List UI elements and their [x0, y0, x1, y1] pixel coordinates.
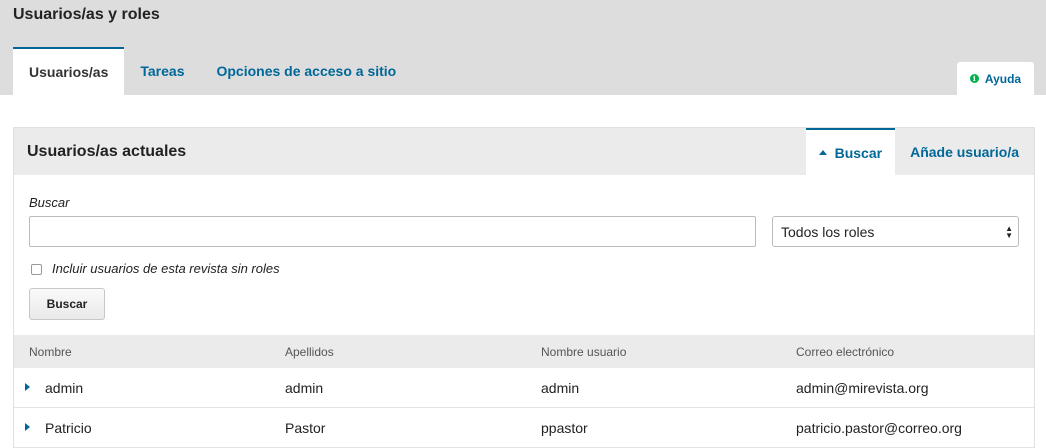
search-button[interactable]: Buscar — [29, 288, 105, 320]
page-title: Usuarios/as y roles — [13, 6, 160, 23]
panel-tabs: Buscar Añade usuario/a — [805, 128, 1034, 175]
tab-content: Usuarios/as actuales Buscar Añade usuari… — [0, 95, 1046, 448]
table-row[interactable]: Patricio Pastor ppastor patricio.pastor@… — [14, 408, 1034, 448]
caret-up-icon — [818, 150, 827, 155]
table-header: Nombre Apellidos Nombre usuario Correo e… — [14, 335, 1034, 368]
cell-nombre-usuario: admin — [541, 379, 580, 396]
tab-opciones-acceso[interactable]: Opciones de acceso a sitio — [200, 47, 412, 95]
search-toggle-tab[interactable]: Buscar — [805, 128, 896, 175]
search-toggle-label: Buscar — [834, 144, 883, 161]
tab-usuarios[interactable]: Usuarios/as — [13, 47, 125, 95]
help-label: Ayuda — [984, 71, 1022, 86]
table-row[interactable]: admin admin admin admin@mirevista.org — [14, 368, 1034, 408]
cell-correo: patricio.pastor@correo.org — [796, 419, 962, 436]
role-select[interactable]: Todos los roles ▲ ▼ — [772, 216, 1019, 247]
header-nombre: Nombre — [29, 344, 72, 359]
select-arrows-icon: ▲ ▼ — [1005, 224, 1013, 240]
cell-nombre: admin — [45, 379, 84, 396]
expand-arrow-icon[interactable] — [25, 383, 30, 391]
cell-correo: admin@mirevista.org — [796, 379, 929, 396]
info-icon: i — [969, 74, 979, 83]
cell-nombre: Patricio — [45, 419, 92, 436]
header-apellidos: Apellidos — [285, 344, 334, 359]
include-no-roles-label: Incluir usuarios de esta revista sin rol… — [52, 261, 280, 276]
search-input[interactable] — [29, 216, 756, 247]
cell-nombre-usuario: ppastor — [541, 419, 588, 436]
panel-header: Usuarios/as actuales Buscar Añade usuari… — [14, 128, 1034, 175]
cell-apellidos: Pastor — [285, 419, 326, 436]
expand-arrow-icon[interactable] — [25, 423, 30, 431]
add-user-tab[interactable]: Añade usuario/a — [895, 128, 1034, 175]
cell-apellidos: admin — [285, 379, 324, 396]
header-nombre-usuario: Nombre usuario — [541, 344, 627, 359]
search-form: Buscar Todos los roles ▲ ▼ Incluir usuari… — [14, 175, 1034, 335]
include-no-roles-checkbox[interactable] — [31, 264, 42, 275]
role-select-value: Todos los roles — [781, 223, 875, 240]
users-panel: Usuarios/as actuales Buscar Añade usuari… — [13, 127, 1035, 448]
tab-tareas[interactable]: Tareas — [124, 47, 200, 95]
header-correo: Correo electrónico — [796, 344, 895, 359]
main-tabs: Usuarios/as Tareas Opciones de acceso a … — [13, 47, 412, 95]
help-button[interactable]: i Ayuda — [957, 62, 1034, 95]
panel-title: Usuarios/as actuales — [27, 143, 187, 160]
search-label: Buscar — [29, 195, 70, 210]
